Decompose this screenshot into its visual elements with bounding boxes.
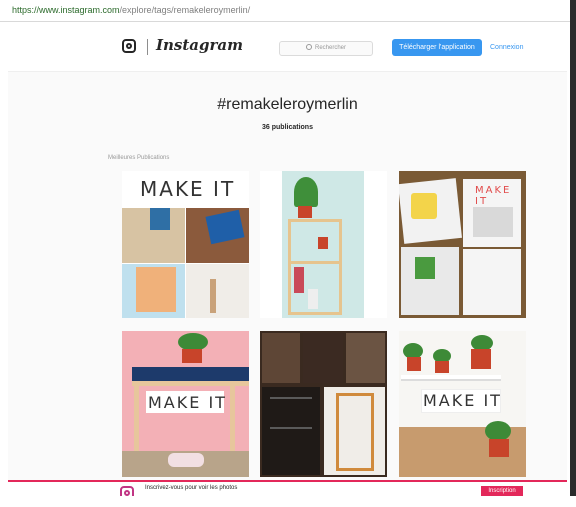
top-posts-label: Meilleures Publications xyxy=(108,155,170,161)
search-icon xyxy=(305,44,312,51)
instagram-camera-icon[interactable] xyxy=(122,39,136,53)
post-thumbnail[interactable] xyxy=(260,331,387,477)
photo-shelf-line xyxy=(270,427,312,429)
post-thumbnail[interactable]: MAKE IT xyxy=(399,331,526,477)
photo-yellow-block xyxy=(411,193,437,219)
photo-plant xyxy=(294,177,318,207)
signup-banner: Inscrivez-vous pour voir les photos Insc… xyxy=(8,480,567,496)
hashtag-title: #remakeleroymerlin xyxy=(217,96,358,113)
photo-plant-mag xyxy=(415,257,435,279)
logo-divider xyxy=(147,39,148,55)
photo-books xyxy=(294,267,304,293)
photo-orange-shelf xyxy=(336,393,374,471)
login-link[interactable]: Connexion xyxy=(490,39,523,56)
photo-shelf-line xyxy=(270,397,312,399)
photo-shelf-2 xyxy=(303,333,343,383)
photo-shelf-board xyxy=(288,261,342,264)
photo-pot xyxy=(489,439,509,457)
post-overlay-text: MAKE IT xyxy=(423,391,502,410)
photo-shelf-1 xyxy=(262,333,300,383)
photo-shelf-3 xyxy=(346,333,385,383)
instagram-wordmark[interactable]: Instagram xyxy=(156,36,243,54)
photo-pot xyxy=(407,357,421,371)
photo-pot xyxy=(435,361,449,373)
signup-button[interactable]: Inscription xyxy=(481,486,523,496)
instagram-page: Instagram Rechercher Télécharger l'appli… xyxy=(8,26,567,496)
download-app-button[interactable]: Télécharger l'application xyxy=(392,39,482,56)
window-edge xyxy=(570,0,576,507)
photo-plant xyxy=(485,421,511,441)
publication-count: 36 publications xyxy=(262,124,313,131)
post-thumbnail[interactable]: MAKE IT xyxy=(122,171,249,318)
photo-black-shelf xyxy=(262,387,320,475)
photo-person xyxy=(150,208,170,230)
post-overlay-text: MAKE IT xyxy=(148,393,227,412)
photo-bench-top xyxy=(401,375,501,381)
photo-bench-leg xyxy=(134,386,139,452)
instagram-camera-icon xyxy=(120,486,134,496)
photo-shoes xyxy=(168,453,204,467)
photo-blue-blanket xyxy=(132,367,249,381)
post-thumbnail[interactable] xyxy=(260,171,387,318)
photo-pot xyxy=(298,206,312,218)
window-bottom xyxy=(0,496,576,507)
photo-pot-small xyxy=(318,237,328,249)
browser-address-bar[interactable]: https://www.instagram.com/explore/tags/r… xyxy=(0,0,576,22)
top-nav: Instagram Rechercher Télécharger l'appli… xyxy=(8,26,567,72)
url-text[interactable]: https://www.instagram.com/explore/tags/r… xyxy=(12,5,250,15)
photo-ornament xyxy=(308,289,318,309)
photo-pot xyxy=(471,349,491,369)
photo-wall xyxy=(186,264,249,318)
post-thumbnail[interactable]: MAKE IT xyxy=(122,331,249,477)
photo-plank xyxy=(210,279,216,313)
photo-pegboard xyxy=(136,267,176,312)
photo-diagram xyxy=(473,207,513,237)
photo-pot xyxy=(182,349,202,363)
post-overlay-text: MAKE IT xyxy=(475,185,512,207)
photo-bench-leg xyxy=(230,386,235,452)
post-thumbnail[interactable]: MAKE IT xyxy=(399,171,526,318)
post-overlay-text: MAKE IT xyxy=(140,177,236,201)
photo-page-br xyxy=(463,249,521,315)
signup-prompt: Inscrivez-vous pour voir les photos xyxy=(145,485,238,491)
search-input[interactable]: Rechercher xyxy=(279,41,373,56)
